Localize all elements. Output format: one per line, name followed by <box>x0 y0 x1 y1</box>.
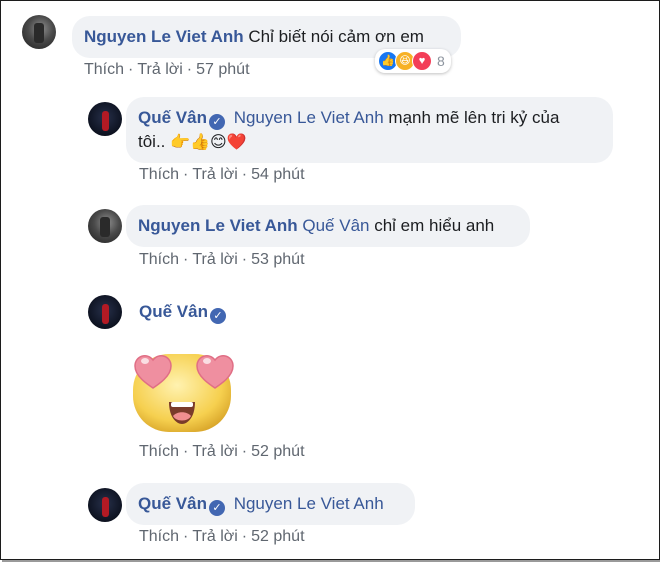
heart-eyes-sticker <box>133 354 234 432</box>
comment-author[interactable]: Quế Vân <box>138 494 207 513</box>
reply-link[interactable]: Trả lời <box>192 443 237 460</box>
mention-link[interactable]: Nguyen Le Viet Anh <box>234 494 384 513</box>
comment-actions: Thích · Trả lời · 54 phút <box>139 166 305 183</box>
verified-badge-icon: ✓ <box>208 114 225 130</box>
reaction-count: 8 <box>437 53 445 69</box>
reaction-summary[interactable]: 👍 😆 ♥ 8 <box>375 49 451 73</box>
timestamp[interactable]: 52 phút <box>251 528 304 545</box>
comment-author[interactable]: Quế Vân <box>138 108 207 127</box>
reply-link[interactable]: Trả lời <box>192 528 237 545</box>
emoji-group: 👉👍😊❤️ <box>170 134 247 151</box>
love-icon: ♥ <box>412 51 432 71</box>
comment-actions: Thích · Trả lời · 53 phút <box>139 251 305 268</box>
mention-link[interactable]: Quế Vân <box>302 216 369 235</box>
avatar[interactable] <box>88 295 122 329</box>
like-link[interactable]: Thích <box>139 443 179 460</box>
verified-badge-icon: ✓ <box>209 308 226 324</box>
mention-link[interactable]: Nguyen Le Viet Anh <box>234 108 384 127</box>
timestamp[interactable]: 52 phút <box>251 443 304 460</box>
comment-actions: Thích · Trả lời · 52 phút <box>139 443 305 460</box>
comment-bubble: Quế Vân ✓ Nguyen Le Viet Anh <box>126 483 415 525</box>
comment-bubble: Quế Vân ✓ Nguyen Le Viet Anh mạnh mẽ lên … <box>126 97 613 163</box>
reply-link[interactable]: Trả lời <box>192 166 237 183</box>
comment-text: chỉ em hiểu anh <box>374 216 495 235</box>
comment-actions: Thích · Trả lời · 57 phút <box>84 61 250 78</box>
like-link[interactable]: Thích <box>139 166 179 183</box>
comment-author[interactable]: Nguyen Le Viet Anh <box>138 216 298 235</box>
avatar[interactable] <box>22 15 56 49</box>
like-link[interactable]: Thích <box>139 251 179 268</box>
avatar[interactable] <box>88 488 122 522</box>
comment-actions: Thích · Trả lời · 52 phút <box>139 528 305 545</box>
comment-text-line2: tôi.. <box>138 132 166 151</box>
comment-author[interactable]: Quế Vân <box>139 302 208 321</box>
comment-thread: Nguyen Le Viet Anh Chỉ biết nói cảm ơn e… <box>0 0 660 560</box>
avatar[interactable] <box>88 102 122 136</box>
comment-author-row: Quế Vân ✓ <box>139 300 230 324</box>
comment-bubble: Nguyen Le Viet Anh Quế Vân chỉ em hiểu a… <box>126 205 530 247</box>
reply-link[interactable]: Trả lời <box>137 61 182 78</box>
comment-text-line1: mạnh mẽ lên tri kỷ của <box>388 108 560 127</box>
timestamp[interactable]: 53 phút <box>251 251 304 268</box>
avatar[interactable] <box>88 209 122 243</box>
comment-author[interactable]: Nguyen Le Viet Anh <box>84 27 244 46</box>
timestamp[interactable]: 57 phút <box>196 61 249 78</box>
reply-link[interactable]: Trả lời <box>192 251 237 268</box>
comment-text: Chỉ biết nói cảm ơn em <box>248 27 424 46</box>
like-link[interactable]: Thích <box>84 61 124 78</box>
timestamp[interactable]: 54 phút <box>251 166 304 183</box>
like-link[interactable]: Thích <box>139 528 179 545</box>
verified-badge-icon: ✓ <box>208 500 225 516</box>
